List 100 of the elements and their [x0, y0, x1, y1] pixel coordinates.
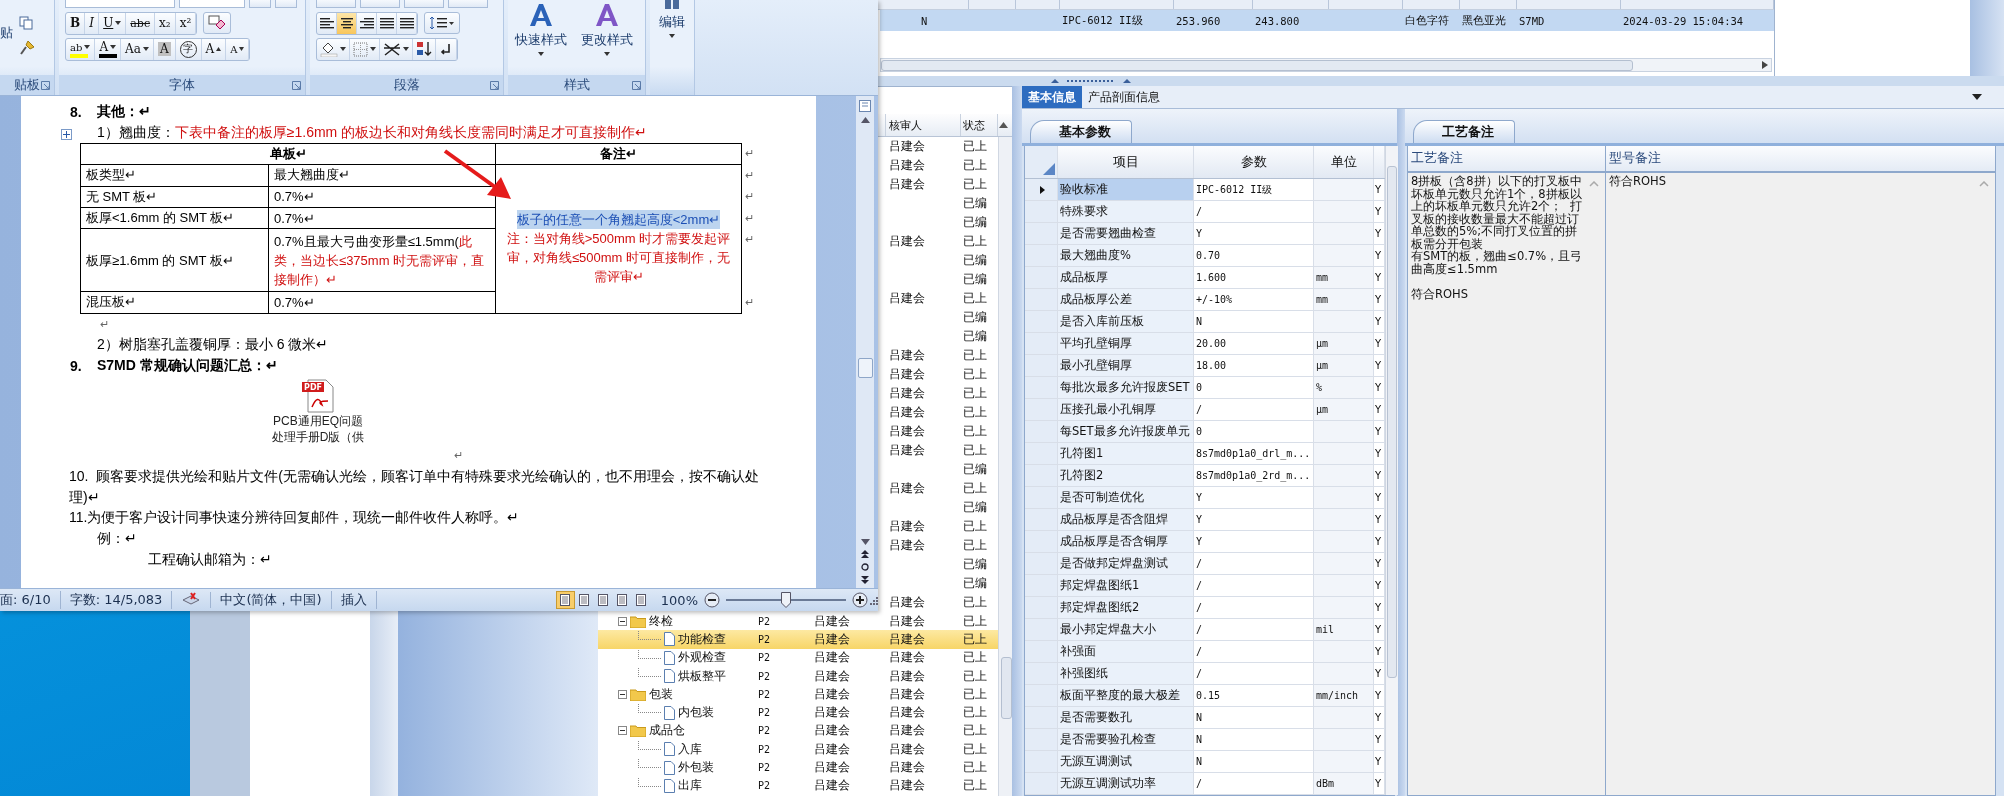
caret-icon[interactable]: [115, 21, 122, 25]
zoom-level[interactable]: 100%: [660, 592, 698, 608]
parameter-row[interactable]: 特殊要求 / Y: [1025, 201, 1385, 223]
font-size-field[interactable]: [179, 0, 245, 8]
insert-mode-indicator[interactable]: 插入: [331, 591, 377, 609]
list-row[interactable]: 已编: [886, 194, 998, 213]
list-row[interactable]: 已编: [886, 270, 998, 289]
tree-row[interactable]: 成品仓 P2 吕建会 吕建会 已上: [598, 721, 998, 741]
parameter-row[interactable]: 成品板厚 1.600 mm Y: [1025, 267, 1385, 289]
format-button[interactable]: A: [95, 38, 122, 60]
list-row[interactable]: 已编: [886, 460, 998, 479]
resize-grip-icon[interactable]: [868, 595, 878, 605]
vertical-scrollbar[interactable]: [1385, 146, 1398, 795]
parameter-row[interactable]: 成品板厚公差 +/-10% mm Y: [1025, 289, 1385, 311]
list-row[interactable]: 已编: [886, 498, 998, 517]
tree-row[interactable]: 包装 P2 吕建会 吕建会 已上: [598, 685, 998, 704]
parameter-row[interactable]: 每批次最多允许报废SET 0 % Y: [1025, 377, 1385, 399]
parameter-row[interactable]: 补强面 / Y: [1025, 641, 1385, 663]
page-count[interactable]: 面: 6/10: [0, 591, 61, 609]
list-row[interactable]: 吕建会 已上: [886, 156, 998, 175]
vertical-scrollbar[interactable]: [856, 96, 874, 588]
format-button[interactable]: B: [66, 12, 86, 34]
clear-format-button[interactable]: [203, 12, 232, 34]
list-row[interactable]: 已编: [886, 555, 998, 574]
tab[interactable]: 基本信息: [1022, 86, 1082, 108]
parameter-row[interactable]: 验收标准 IPC-6012 II级 Y: [1025, 179, 1385, 201]
list-row[interactable]: 已编: [886, 308, 998, 327]
select-all-icon[interactable]: [1043, 163, 1055, 175]
format-button[interactable]: A: [226, 38, 250, 60]
list-row[interactable]: 吕建会 已上: [886, 536, 998, 555]
parameter-row[interactable]: 压接孔最小孔铜厚 / μm Y: [1025, 399, 1385, 421]
parameter-row[interactable]: 板面平整度的最大极差 0.15 mm/inch Y: [1025, 685, 1385, 707]
collapse-icon[interactable]: [618, 616, 627, 626]
scroll-down-icon[interactable]: [860, 539, 870, 545]
parameter-row[interactable]: 是否需要翘曲检查 Y Y: [1025, 223, 1385, 245]
tree-row[interactable]: 烘板整平 P2 吕建会 吕建会 已上: [598, 666, 998, 686]
font-name-field[interactable]: [65, 0, 175, 8]
list-row[interactable]: 吕建会 已上: [886, 422, 998, 441]
splitter-handle[interactable]: [1012, 86, 1022, 796]
format-button[interactable]: x²: [175, 12, 197, 34]
parameter-row[interactable]: 邦定焊盘图纸1 / Y: [1025, 575, 1385, 597]
scroll-thumb[interactable]: [1387, 166, 1397, 678]
dialog-launcher-icon[interactable]: [632, 81, 641, 90]
ruler-toggle-icon[interactable]: [859, 100, 871, 112]
format-button[interactable]: ab: [66, 38, 96, 60]
style-button[interactable]: 快速样式: [508, 2, 574, 56]
scroll-up-icon[interactable]: [860, 117, 870, 123]
caret-icon[interactable]: [110, 45, 117, 49]
tree-row[interactable]: 功能检查 P2 吕建会 吕建会 已上: [598, 630, 998, 649]
grid-row[interactable]: N IPC-6012 II级 253.960 243.800 白色字符 黑色亚光 S7MD 2024-03-29 15:04:34: [880, 10, 1774, 31]
list-row[interactable]: 吕建会 已上: [886, 232, 998, 251]
scroll-right-icon[interactable]: [1762, 61, 1768, 69]
tab[interactable]: 基本参数: [1030, 120, 1132, 143]
scroll-thumb[interactable]: [1001, 657, 1012, 719]
tree-row[interactable]: 外包装 P2 吕建会 吕建会 已上: [598, 758, 998, 777]
language-indicator[interactable]: 中文(简体，中国): [211, 591, 332, 609]
next-page-icon[interactable]: [861, 576, 869, 584]
column-header[interactable]: 状态: [963, 117, 985, 133]
parameter-row[interactable]: 每SET最多允许报废单元 0 Y: [1025, 421, 1385, 443]
horizontal-scrollbar[interactable]: [880, 58, 1772, 72]
column-header[interactable]: 核审人: [889, 117, 922, 133]
scroll-thumb[interactable]: [881, 60, 1633, 71]
previous-page-icon[interactable]: [861, 550, 869, 558]
align-button[interactable]: [337, 12, 357, 34]
parameter-row[interactable]: 是否入库前压板 N Y: [1025, 311, 1385, 333]
list-row[interactable]: 已编: [886, 327, 998, 346]
align-button[interactable]: [357, 12, 377, 34]
format-button[interactable]: U: [99, 12, 127, 34]
slider-thumb[interactable]: [781, 592, 791, 608]
format-button[interactable]: abc: [126, 12, 156, 34]
parameter-row[interactable]: 补强图纸 / Y: [1025, 663, 1385, 685]
parameter-row[interactable]: 是否做邦定焊盘测试 / Y: [1025, 553, 1385, 575]
parameter-row[interactable]: 孔符图1 8s7md0p1a0_drl_m... Y: [1025, 443, 1385, 465]
list-row[interactable]: 吕建会 已上: [886, 403, 998, 422]
zoom-in-icon[interactable]: [852, 592, 868, 608]
parameter-row[interactable]: 平均孔壁铜厚 20.00 μm Y: [1025, 333, 1385, 355]
tab[interactable]: 工艺备注: [1413, 120, 1515, 143]
format-button[interactable]: A: [153, 38, 176, 60]
list-row[interactable]: 吕建会 已上: [886, 289, 998, 308]
dialog-launcher-icon[interactable]: [490, 81, 499, 90]
collapse-icon[interactable]: [618, 689, 627, 699]
list-row[interactable]: 已编: [886, 213, 998, 232]
tree-row[interactable]: 外观检查 P2 吕建会 吕建会 已上: [598, 648, 998, 667]
list-row[interactable]: 已编: [886, 251, 998, 270]
format-button[interactable]: Aa: [121, 38, 154, 60]
align-button[interactable]: [377, 12, 397, 34]
paragraph-button[interactable]: [317, 38, 350, 60]
caret-icon[interactable]: [84, 45, 91, 49]
browse-object-icon[interactable]: [861, 563, 869, 571]
parameter-row[interactable]: 成品板厚是否含阻焊 Y Y: [1025, 509, 1385, 531]
list-row[interactable]: 吕建会 已上: [886, 441, 998, 460]
list-row[interactable]: 吕建会 已上: [886, 175, 998, 194]
collapse-icon[interactable]: [618, 726, 627, 736]
parameter-row[interactable]: 是否需要数孔 N Y: [1025, 707, 1385, 729]
list-row[interactable]: 吕建会 已上: [886, 479, 998, 498]
splitter-handle[interactable]: [1051, 78, 1131, 84]
column-header[interactable]: 型号备注: [1609, 150, 1661, 167]
align-button[interactable]: [397, 12, 417, 34]
caret-icon[interactable]: [340, 47, 346, 51]
tab[interactable]: 产品剖面信息: [1082, 86, 1166, 108]
